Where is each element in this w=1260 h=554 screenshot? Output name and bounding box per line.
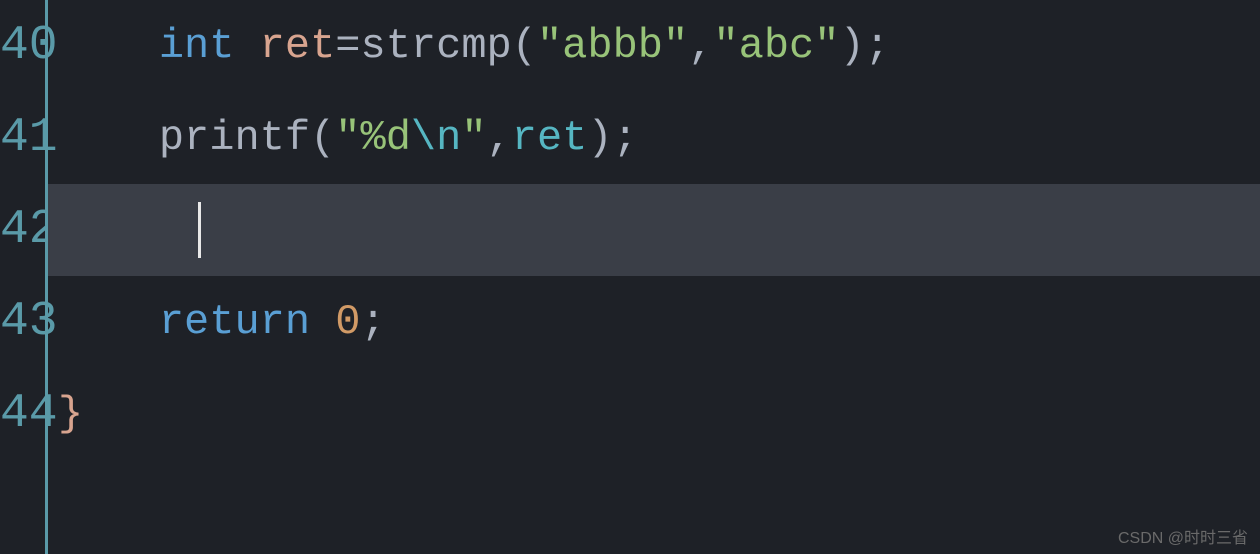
token-num: 0: [335, 298, 360, 346]
code-editor[interactable]: 394041424344 int ret=strcmp("abbb","abc"…: [0, 0, 1260, 554]
watermark: CSDN @时时三省: [1118, 524, 1248, 548]
token-esc: \n: [411, 114, 461, 162]
token-str: "%d: [335, 114, 411, 162]
token-kw: int: [159, 22, 260, 70]
token-punc: ,: [487, 114, 512, 162]
token-var2: ret: [512, 114, 588, 162]
token-str: ": [461, 114, 486, 162]
code-line[interactable]: printf("%d\n",ret);: [48, 92, 1260, 184]
token-str: "abc": [713, 22, 839, 70]
token-kw: return: [159, 298, 335, 346]
token-punc: =: [335, 22, 360, 70]
token-punc: );: [587, 114, 637, 162]
token-brace: }: [58, 390, 83, 438]
line-number: 41: [0, 92, 37, 184]
line-number: 43: [0, 276, 37, 368]
code-line[interactable]: int ret=strcmp("abbb","abc");: [48, 0, 1260, 92]
line-number: 42: [0, 184, 37, 276]
token-func: strcmp: [361, 22, 512, 70]
line-number-gutter: 394041424344: [0, 0, 48, 554]
code-line[interactable]: }: [48, 368, 1260, 460]
text-cursor: [198, 202, 201, 258]
token-punc: (: [512, 22, 537, 70]
line-number: 40: [0, 0, 37, 92]
code-area[interactable]: int ret=strcmp("abbb","abc"); printf("%d…: [48, 0, 1260, 554]
token-punc: );: [839, 22, 889, 70]
token-punc: ;: [360, 298, 385, 346]
code-line[interactable]: [48, 184, 1260, 276]
token-str: "abbb": [537, 22, 688, 70]
token-punc: ,: [688, 22, 713, 70]
code-line[interactable]: return 0;: [48, 276, 1260, 368]
line-number: 44: [0, 368, 37, 460]
token-func: printf: [159, 114, 310, 162]
token-punc: (: [310, 114, 335, 162]
token-var: ret: [260, 22, 336, 70]
